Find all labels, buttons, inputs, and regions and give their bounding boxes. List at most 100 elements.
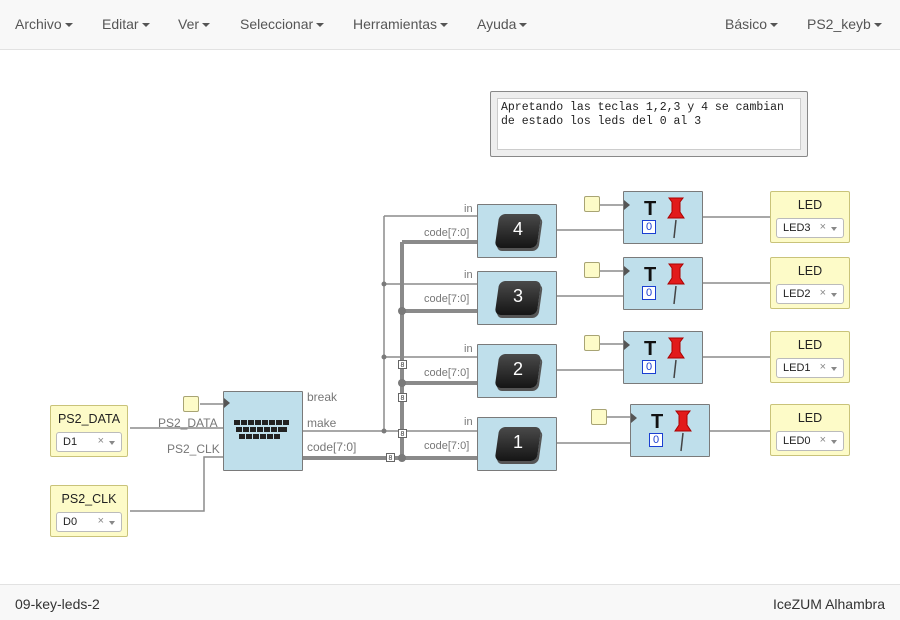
- input-ps2-data[interactable]: PS2_DATA D1 ×: [50, 405, 128, 457]
- chevron-down-icon[interactable]: [109, 441, 115, 445]
- key-block-1[interactable]: 1: [477, 417, 557, 471]
- pin-value: D1: [63, 436, 78, 448]
- clock-input[interactable]: [591, 409, 607, 425]
- pin-select[interactable]: D1 ×: [56, 432, 122, 452]
- key-block-3[interactable]: 3: [477, 271, 557, 325]
- pin-value: LED2: [783, 288, 811, 300]
- output-led3[interactable]: LED LED3 ×: [770, 191, 850, 243]
- clear-x-icon[interactable]: ×: [98, 435, 104, 447]
- key-icon: 3: [494, 281, 542, 317]
- chevron-down-icon[interactable]: [831, 293, 837, 297]
- menu-seleccionar[interactable]: Seleccionar: [240, 16, 325, 32]
- port-code: code[7:0]: [424, 440, 470, 452]
- init-value: 0: [642, 360, 656, 374]
- clock-input[interactable]: [584, 196, 600, 212]
- menu-herramientas[interactable]: Herramientas: [353, 16, 449, 32]
- toggle-block-3[interactable]: T 0: [623, 191, 703, 244]
- clear-x-icon[interactable]: ×: [820, 221, 826, 233]
- pushpin-icon: [667, 337, 685, 379]
- clock-trigger-icon: [624, 200, 630, 210]
- toggle-label: T: [651, 411, 664, 433]
- chevron-down-icon[interactable]: [831, 440, 837, 444]
- pin-select[interactable]: D0 ×: [56, 512, 122, 532]
- output-label: LED: [797, 338, 823, 352]
- pushpin-icon: [667, 263, 685, 305]
- pin-select[interactable]: LED0 ×: [776, 431, 844, 451]
- chevron-down-icon[interactable]: [831, 227, 837, 231]
- clear-x-icon[interactable]: ×: [820, 287, 826, 299]
- pin-select[interactable]: LED2 ×: [776, 284, 844, 304]
- key-block-2[interactable]: 2: [477, 344, 557, 398]
- clear-x-icon[interactable]: ×: [820, 361, 826, 373]
- port-make: make: [307, 416, 337, 430]
- menu-ayuda[interactable]: Ayuda: [477, 16, 528, 32]
- caret-icon: [64, 23, 73, 28]
- key-block-4[interactable]: 4: [477, 204, 557, 258]
- input-label: PS2_CLK: [61, 492, 117, 506]
- circuit-canvas[interactable]: 8 8 8 8 Apretando las teclas 1,2,3 y 4 s…: [0, 51, 900, 584]
- chevron-down-icon[interactable]: [831, 367, 837, 371]
- board-name[interactable]: IceZUM Alhambra: [773, 596, 885, 612]
- clock-input[interactable]: [584, 262, 600, 278]
- toggle-block-1[interactable]: T 0: [623, 331, 703, 384]
- pin-select[interactable]: LED3 ×: [776, 218, 844, 238]
- caret-icon: [519, 23, 528, 28]
- toggle-block-0[interactable]: T 0: [630, 404, 710, 457]
- toggle-label: T: [644, 198, 657, 220]
- port-in: in: [464, 343, 473, 355]
- pushpin-icon: [667, 197, 685, 239]
- status-bar: 09-key-leds-2 IceZUM Alhambra: [0, 584, 900, 620]
- caret-icon: [440, 23, 449, 28]
- output-led1[interactable]: LED LED1 ×: [770, 331, 850, 383]
- chevron-down-icon[interactable]: [109, 521, 115, 525]
- pin-value: LED3: [783, 222, 811, 234]
- clock-input[interactable]: [183, 396, 199, 412]
- comment-block[interactable]: Apretando las teclas 1,2,3 y 4 se cambia…: [490, 91, 808, 157]
- key-icon: 4: [494, 214, 542, 250]
- comment-text[interactable]: Apretando las teclas 1,2,3 y 4 se cambia…: [497, 98, 801, 150]
- output-led0[interactable]: LED LED0 ×: [770, 404, 850, 456]
- caret-icon: [873, 23, 882, 28]
- pin-value: D0: [63, 516, 78, 528]
- menu-archivo[interactable]: Archivo: [15, 16, 73, 32]
- pushpin-icon: [674, 410, 692, 452]
- port-code: code[7:0]: [424, 227, 470, 239]
- init-value: 0: [642, 286, 656, 300]
- menu-editar[interactable]: Editar: [102, 16, 150, 32]
- clock-trigger-icon: [624, 340, 630, 350]
- output-label: LED: [797, 264, 823, 278]
- port-break: break: [307, 390, 338, 404]
- pin-value: LED0: [783, 435, 811, 447]
- port-code: code[7:0]: [307, 440, 357, 454]
- clock-trigger-icon: [224, 398, 230, 408]
- toggle-block-2[interactable]: T 0: [623, 257, 703, 310]
- port-in: in: [464, 203, 473, 215]
- port-in: in: [464, 416, 473, 428]
- menu-bar: Archivo Editar Ver Seleccionar Herramien…: [0, 0, 900, 50]
- bus-width-marker: 8: [386, 453, 395, 462]
- menu-ps2-keyb[interactable]: PS2_keyb: [807, 16, 882, 32]
- port-ps2-data: PS2_DATA: [158, 416, 218, 430]
- clear-x-icon[interactable]: ×: [820, 434, 826, 446]
- port-in: in: [464, 269, 473, 281]
- port-ps2-clk: PS2_CLK: [167, 442, 220, 456]
- caret-icon: [202, 23, 211, 28]
- clear-x-icon[interactable]: ×: [98, 515, 104, 527]
- output-label: LED: [797, 198, 823, 212]
- pin-value: LED1: [783, 362, 811, 374]
- clock-trigger-icon: [624, 266, 630, 276]
- input-ps2-clk[interactable]: PS2_CLK D0 ×: [50, 485, 128, 537]
- port-code: code[7:0]: [424, 293, 470, 305]
- input-label: PS2_DATA: [57, 412, 121, 426]
- ps2-keyboard-block[interactable]: [223, 391, 303, 471]
- bus-width-marker: 8: [398, 360, 407, 369]
- output-led2[interactable]: LED LED2 ×: [770, 257, 850, 309]
- pin-select[interactable]: LED1 ×: [776, 358, 844, 378]
- project-name: 09-key-leds-2: [15, 596, 100, 612]
- port-code: code[7:0]: [424, 367, 470, 379]
- caret-icon: [770, 23, 779, 28]
- clock-input[interactable]: [584, 335, 600, 351]
- menu-ver[interactable]: Ver: [178, 16, 211, 32]
- toggle-label: T: [644, 264, 657, 286]
- menu-basico[interactable]: Básico: [725, 16, 779, 32]
